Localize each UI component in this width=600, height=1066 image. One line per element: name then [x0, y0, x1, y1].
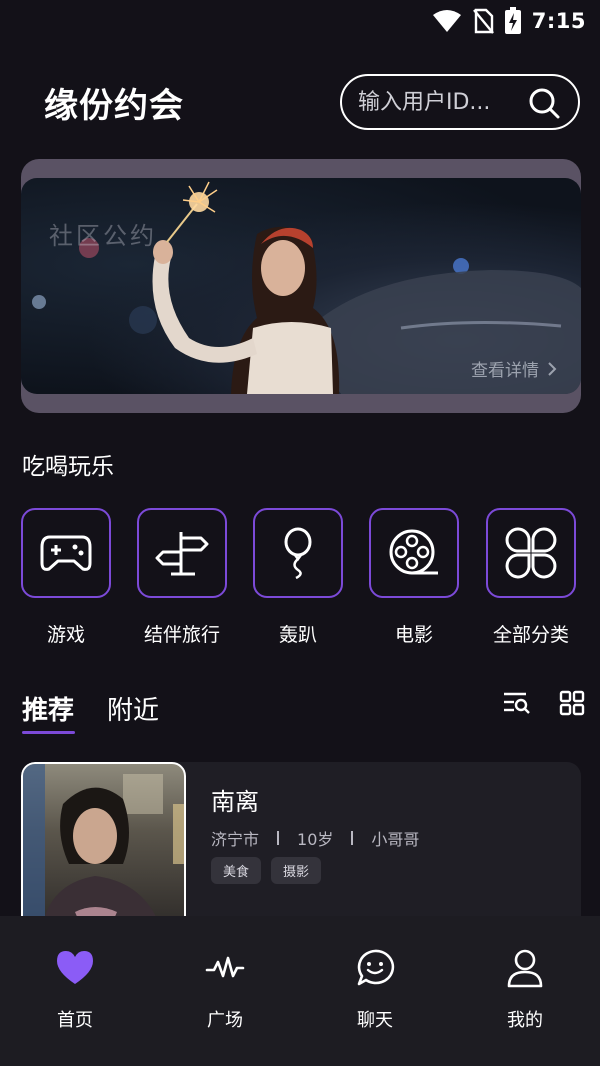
category-label: 轰趴 [278, 624, 317, 646]
grid-view-icon[interactable] [558, 690, 586, 716]
user-icon [507, 949, 543, 988]
user-avatar[interactable] [21, 762, 186, 932]
heart-icon [57, 951, 93, 984]
category-movies[interactable]: 电影 [369, 508, 459, 646]
category-games[interactable]: 游戏 [21, 508, 111, 646]
chevron-right-icon [548, 361, 557, 376]
active-tab-indicator [22, 731, 75, 734]
banner-more-label: 查看详情 [471, 361, 539, 381]
user-meta: 济宁市 10岁 小哥哥 [211, 826, 419, 850]
category-travel[interactable]: 结伴旅行 [137, 508, 227, 646]
nav-me[interactable]: 我的 [470, 948, 580, 1032]
category-party[interactable]: 轰趴 [253, 508, 343, 646]
category-label: 全部分类 [492, 624, 569, 646]
pulse-icon [205, 956, 245, 978]
tab-recommended[interactable]: 推荐 [22, 690, 74, 727]
nav-home[interactable]: 首页 [20, 948, 130, 1032]
signpost-icon [155, 532, 209, 576]
battery-charging-icon [504, 7, 521, 34]
user-role: 小哥哥 [371, 830, 420, 849]
film-reel-icon [389, 529, 438, 575]
filter-search-icon[interactable] [502, 690, 530, 716]
section-title: 吃喝玩乐 [22, 454, 114, 480]
status-bar: 7:15 [0, 0, 600, 44]
bottom-nav: 首页 广场 聊天 我的 [0, 916, 600, 1066]
balloon-icon [284, 527, 312, 579]
category-box[interactable] [137, 508, 227, 598]
nav-label: 首页 [57, 1010, 93, 1031]
nav-square[interactable]: 广场 [170, 948, 280, 1032]
status-time: 7:15 [531, 9, 586, 33]
category-label: 电影 [394, 624, 433, 646]
meta-divider [277, 831, 280, 845]
banner-more-link[interactable]: 查看详情 [471, 356, 557, 381]
search-box[interactable] [340, 74, 580, 130]
search-input[interactable] [358, 85, 526, 119]
meta-divider [351, 831, 354, 845]
banner-photo: 社区公约 查看详情 [21, 178, 581, 394]
category-box[interactable] [21, 508, 111, 598]
user-tags: 美食 摄影 [211, 857, 322, 884]
user-card[interactable]: 南离 济宁市 10岁 小哥哥 美食 摄影 [21, 762, 581, 932]
avatar-photo [23, 764, 184, 930]
tab-nearby[interactable]: 附近 [107, 690, 159, 727]
search-icon[interactable] [528, 87, 560, 119]
gamepad-icon [40, 535, 92, 571]
tag-chip: 摄影 [271, 857, 322, 884]
category-box[interactable] [253, 508, 343, 598]
nav-chat[interactable]: 聊天 [320, 948, 430, 1032]
category-box[interactable] [486, 508, 576, 598]
nav-label: 我的 [507, 1010, 543, 1031]
category-label: 游戏 [46, 624, 85, 646]
promo-banner[interactable]: 社区公约 查看详情 [21, 159, 581, 413]
tag-chip: 美食 [211, 857, 262, 884]
category-label: 结伴旅行 [143, 624, 220, 646]
user-name: 南离 [211, 788, 259, 816]
nav-label: 广场 [207, 1010, 243, 1031]
user-city: 济宁市 [211, 830, 260, 849]
category-all[interactable]: 全部分类 [486, 508, 576, 646]
chat-smile-icon [357, 949, 395, 986]
category-box[interactable] [369, 508, 459, 598]
user-age: 10岁 [297, 830, 334, 849]
nav-label: 聊天 [357, 1010, 393, 1031]
clover-grid-icon [505, 527, 557, 579]
no-sim-icon [472, 8, 494, 34]
banner-overlay-text: 社区公约 [49, 222, 157, 250]
wifi-icon [432, 10, 461, 32]
app-title: 缘份约会 [44, 86, 184, 126]
